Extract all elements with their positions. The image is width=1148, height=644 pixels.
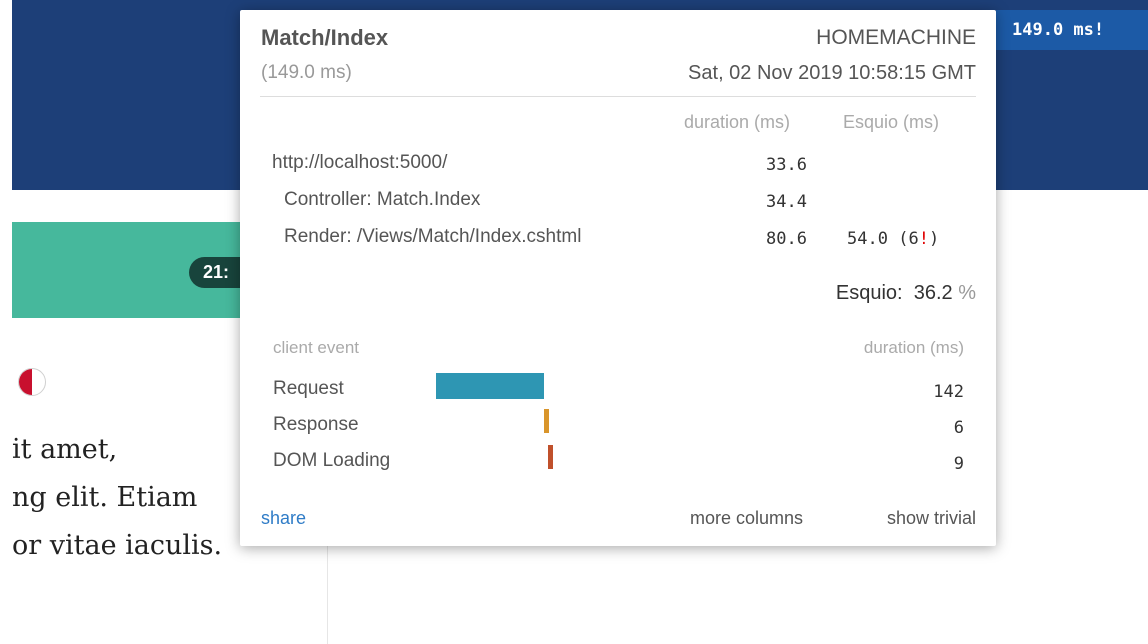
esquio-duration: 54.0 (6!)	[847, 229, 940, 249]
request-date: Sat, 02 Nov 2019 10:58:15 GMT	[688, 62, 976, 84]
timing-label[interactable]: http://localhost:5000/	[272, 152, 447, 174]
duration-column-header: duration (ms)	[684, 112, 791, 132]
client-event-label: Request	[273, 378, 344, 399]
header-divider	[260, 96, 976, 97]
column-divider	[327, 540, 328, 644]
client-event-duration: 6	[953, 418, 964, 438]
esquio-column-header: Esquio (ms)	[843, 112, 940, 132]
machine-name: HOMEMACHINE	[816, 26, 976, 49]
profiler-popup: Match/Index HOMEMACHINE (149.0 ms) Sat, …	[240, 10, 996, 546]
client-event-duration: 142	[933, 382, 964, 402]
body-text-line-3: or vitae iaculis.	[12, 530, 223, 561]
share-link[interactable]: share	[261, 508, 306, 529]
request-name: Match/Index	[261, 25, 389, 50]
show-trivial-link[interactable]: show trivial	[887, 508, 976, 529]
client-event-header: client event	[273, 338, 359, 357]
esquio-summary: Esquio: 36.2 %	[835, 282, 976, 304]
profiler-timing-badge[interactable]: 149.0 ms!	[996, 10, 1148, 50]
request-duration: (149.0 ms)	[261, 62, 352, 83]
timing-duration: 33.6	[766, 155, 807, 175]
client-event-label: DOM Loading	[273, 450, 391, 471]
body-text-line-1: it amet,	[12, 434, 118, 465]
client-event-label: Response	[273, 414, 359, 435]
timing-duration: 80.6	[766, 229, 807, 249]
client-event-duration: 9	[953, 454, 964, 474]
timing-label[interactable]: Controller: Match.Index	[284, 189, 480, 211]
timing-label[interactable]: Render: /Views/Match/Index.cshtml	[284, 226, 581, 248]
timing-duration: 34.4	[766, 192, 807, 212]
team-flag-icon	[18, 368, 46, 396]
client-duration-header: duration (ms)	[863, 338, 964, 357]
dom-loading-bar	[547, 445, 553, 469]
request-bar	[436, 373, 544, 399]
response-bar	[543, 409, 549, 433]
warning-mark: !	[918, 229, 929, 249]
more-columns-link[interactable]: more columns	[690, 508, 803, 529]
body-text-line-2: ng elit. Etiam	[12, 482, 198, 513]
